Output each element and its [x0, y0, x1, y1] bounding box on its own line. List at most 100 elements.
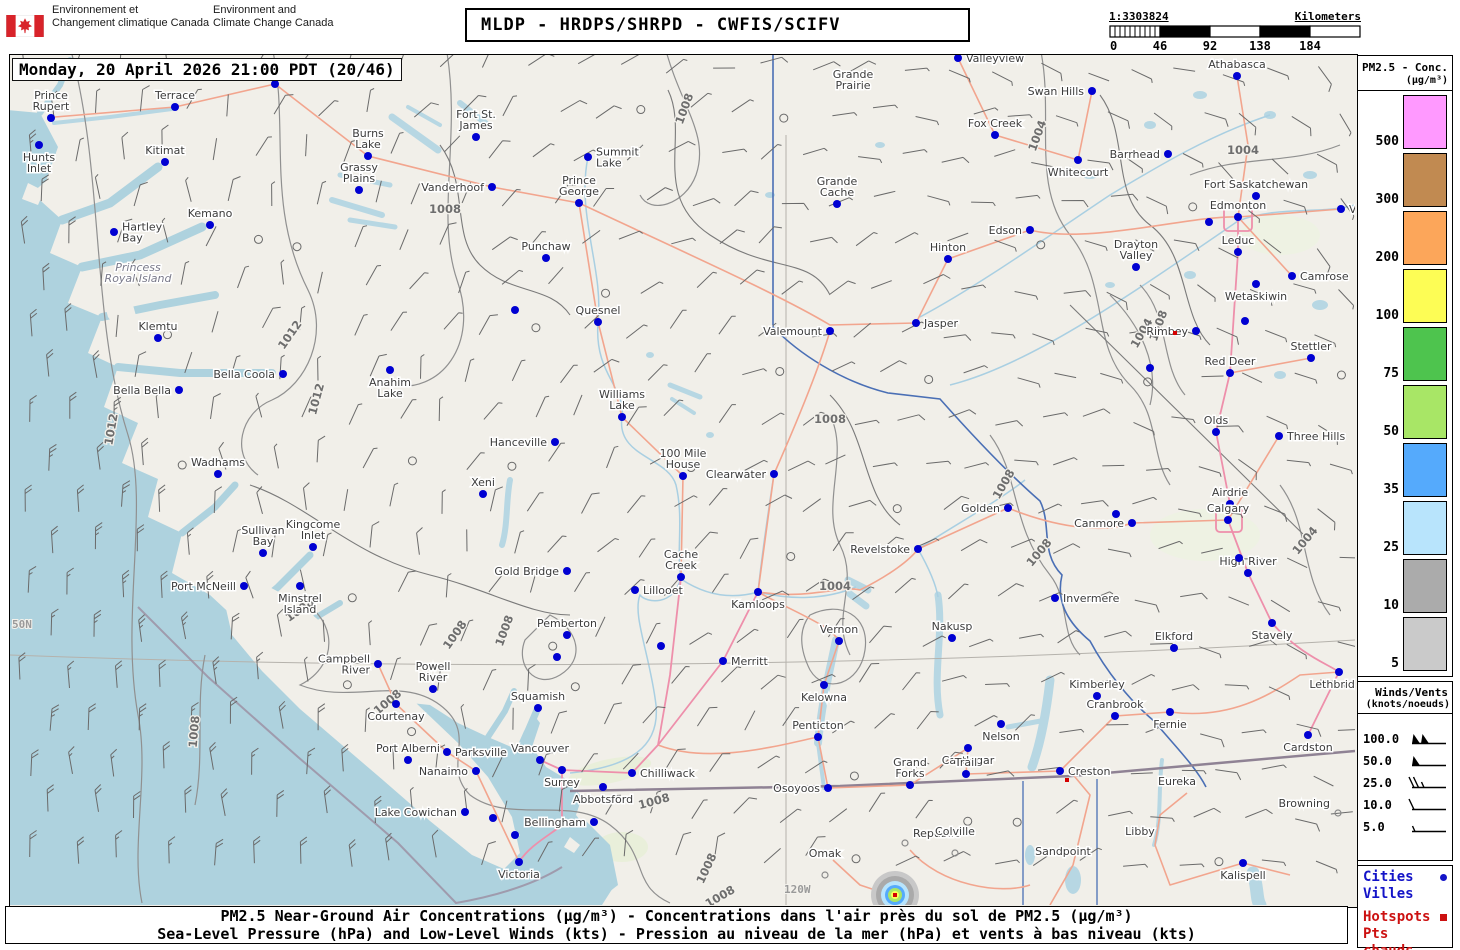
city-label: Fort St. James [456, 108, 496, 132]
city-label: Port Alberni [376, 742, 440, 755]
wind-speed-value: 5.0 [1363, 820, 1385, 834]
city-label: Red Deer [1205, 355, 1256, 368]
legend-value: 25 [1383, 540, 1399, 555]
svg-text:46: 46 [1153, 39, 1167, 53]
city-label: Pemberton [537, 617, 597, 630]
city-label: Hunts Inlet [23, 151, 56, 175]
legend-swatch [1403, 385, 1447, 439]
city-marker [392, 700, 400, 708]
city-marker [575, 199, 583, 207]
legend-swatch [1403, 211, 1447, 265]
city-label: Omak [809, 847, 842, 860]
city-marker [511, 831, 519, 839]
city-marker [679, 472, 687, 480]
city-label: Lethbridge [1309, 678, 1355, 691]
city-marker [1335, 668, 1343, 676]
city-label: Victoria [498, 868, 540, 881]
city-label: Sandpoint [1035, 845, 1091, 858]
city-label: Elkford [1155, 630, 1193, 643]
city-label: Stavely [1252, 629, 1293, 642]
legend-value: 300 [1375, 192, 1399, 207]
city-label: Canmore [1074, 517, 1124, 530]
city-marker [824, 784, 832, 792]
city-marker [511, 306, 519, 314]
contour-label: 1004 [1227, 143, 1259, 157]
legend-value: 5 [1391, 656, 1399, 671]
city-label: Kemano [188, 207, 233, 220]
legend-entry: 200 [1358, 211, 1452, 265]
legend-swatch [1403, 559, 1447, 613]
city-marker [175, 386, 183, 394]
legend-value: 100 [1375, 308, 1399, 323]
city-marker [206, 221, 214, 229]
city-label: Golden [961, 502, 1000, 515]
scale-ratio: 1:3303824 [1109, 10, 1169, 23]
city-marker [1252, 192, 1260, 200]
city-label: Parksville [455, 746, 507, 759]
winds-legend-subtitle: (knots/noeuds) [1365, 699, 1450, 710]
city-marker [590, 818, 598, 826]
city-label: Camrose [1300, 270, 1349, 283]
city-marker [488, 183, 496, 191]
weather-map: 100810081008100810081008 1008100810081008… [8, 39, 1405, 919]
city-marker [820, 681, 828, 689]
city-label: Three Hills [1286, 430, 1345, 443]
legend-value: 500 [1375, 134, 1399, 149]
city-label: Nelson [982, 730, 1020, 743]
city-label: Valleyview [966, 55, 1024, 65]
hotspot-square-icon [1440, 914, 1447, 921]
city-marker [599, 783, 607, 791]
city-label: Olds [1204, 414, 1229, 427]
graticule-label: 50N [12, 618, 32, 631]
city-marker [991, 131, 999, 139]
city-label: Courtenay [367, 710, 425, 723]
pm25-legend-title: PM2.5 - Conc. [1361, 61, 1449, 74]
pm25-legend: PM2.5 - Conc. (µg/m³) 500 300 200 100 75 50 35… [1357, 55, 1453, 677]
legend-entry: 5 [1358, 617, 1452, 671]
city-label: Jasper [923, 317, 958, 330]
city-marker [912, 319, 920, 327]
city-marker [914, 545, 922, 553]
page-title: MLDP - HRDPS/SHRPD - CWFIS/SCIFV [465, 8, 970, 42]
city-dot-icon [1440, 874, 1447, 881]
legend-entry: 10 [1358, 559, 1452, 613]
city-label: Drayton Valley [1114, 238, 1158, 262]
legend-value: 75 [1383, 366, 1399, 381]
city-marker [1244, 569, 1252, 577]
cities-label-fr: Villes [1363, 886, 1414, 902]
legend-swatch [1403, 327, 1447, 381]
city-label: Cardston [1283, 741, 1333, 754]
hotspot-marker [893, 893, 897, 897]
city-marker [1074, 156, 1082, 164]
city-label: Bellingham [524, 816, 586, 829]
wind-speed-value: 25.0 [1363, 776, 1392, 790]
city-label: Nakusp [932, 620, 973, 633]
city-marker [563, 631, 571, 639]
legend-value: 35 [1383, 482, 1399, 497]
city-label: Colville [935, 825, 975, 838]
pm25-legend-subtitle: (µg/m³) [1405, 75, 1448, 86]
city-marker [429, 685, 437, 693]
city-marker [770, 470, 778, 478]
city-marker [461, 808, 469, 816]
city-marker [1307, 354, 1315, 362]
caption-line2: Sea-Level Pressure (hPa) and Low-Level W… [157, 925, 1196, 943]
city-label: Fort Saskatchewan [1204, 178, 1308, 191]
city-marker [1337, 205, 1345, 213]
eccc-logo [5, 13, 45, 37]
wind-barb-icon [1411, 825, 1446, 833]
markers-legend: Cities Villes Hotspots Pts chauds [1357, 865, 1453, 950]
graticule-label: 120W [784, 883, 811, 896]
city-marker [594, 318, 602, 326]
city-marker [1088, 87, 1096, 95]
datetime-label: Monday, 20 April 2026 21:00 PDT (20/46) [12, 58, 402, 81]
city-label: Vegreville [1349, 203, 1355, 216]
city-label: Edson [989, 224, 1022, 237]
wind-speed-value: 100.0 [1363, 732, 1400, 746]
wind-speed-value: 50.0 [1363, 754, 1392, 768]
city-marker [944, 255, 952, 263]
city-label: Punchaw [521, 240, 570, 253]
city-label: Valemount [763, 325, 823, 338]
city-marker [443, 748, 451, 756]
legend-entry: 35 [1358, 443, 1452, 497]
